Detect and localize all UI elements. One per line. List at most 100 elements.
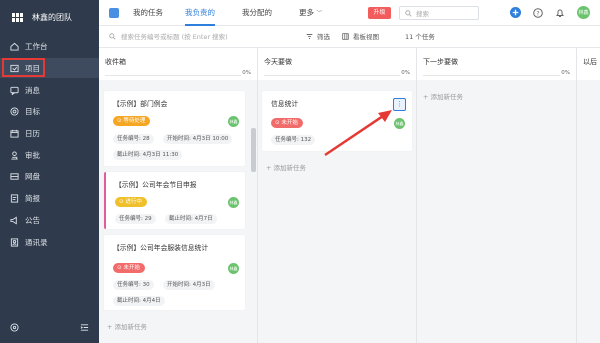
sidebar-item-target[interactable]: 目标 <box>0 101 99 121</box>
task-search-input[interactable]: 搜索任务编号或标题 (按 Enter 搜索) <box>109 31 228 41</box>
top-bar: 我的任务 我负责的 我分配的 更多 ﹀ 升级 搜索 ? 林鑫 <box>99 0 600 26</box>
add-task-label: 添加新任务 <box>114 323 148 331</box>
bell-icon[interactable] <box>554 7 565 18</box>
tab-assigned[interactable]: 我分配的 <box>242 0 272 26</box>
add-task-link[interactable]: + 添加新任务 <box>266 162 306 172</box>
status-badge[interactable]: ⊙ 等待处理 <box>113 116 151 126</box>
add-task-link[interactable]: + 添加新任务 <box>107 321 147 331</box>
sidebar-item-label: 简报 <box>25 193 40 203</box>
column-header: 今天要做 0% <box>258 48 416 80</box>
sidebar-item-label: 日历 <box>25 128 40 138</box>
column-progress-bar <box>423 75 560 76</box>
column-progress-percent: 0% <box>401 70 410 76</box>
sidebar-item-calendar[interactable]: 日历 <box>0 123 99 143</box>
settings-icon[interactable] <box>10 322 19 334</box>
announcement-icon <box>9 215 19 225</box>
add-task-link[interactable]: + 添加新任务 <box>423 91 463 101</box>
sidebar-footer <box>0 318 99 338</box>
task-number: 任务编号: 30 <box>113 280 154 290</box>
column-title: 以后 <box>583 58 597 66</box>
task-start-time: 开始时间: 4月3日 10:00 <box>163 134 233 144</box>
tab-responsible[interactable]: 我负责的 <box>185 0 215 26</box>
sidebar-item-label: 工作台 <box>25 41 48 51</box>
global-search-input[interactable]: 搜索 <box>399 6 479 20</box>
assignee-avatar[interactable]: 林鑫 <box>228 263 239 274</box>
task-card[interactable]: 【示例】公司年会节目申报 ⊙ 进行中 林鑫 任务编号: 29 截止时间: 4月7… <box>104 172 245 229</box>
column-progress-percent: 0% <box>242 70 251 76</box>
status-badge[interactable]: ⊙ 未开始 <box>271 118 303 128</box>
upgrade-button[interactable]: 升级 <box>368 7 391 19</box>
task-number: 任务编号: 132 <box>271 135 316 145</box>
column-progress-percent: 0% <box>561 70 570 76</box>
search-icon <box>109 32 116 40</box>
sidebar-item-announcement[interactable]: 公告 <box>0 210 99 230</box>
status-badge[interactable]: ⊙ 进行中 <box>115 197 147 207</box>
column-later: 以后 <box>577 48 600 343</box>
status-badge-label: 未开始 <box>123 265 140 271</box>
home-icon <box>9 41 19 51</box>
contacts-icon <box>9 237 19 247</box>
status-badge[interactable]: ⊙ 未开始 <box>113 263 145 273</box>
board-toolbar: 搜索任务编号或标题 (按 Enter 搜索) 筛选 看板视图 11 个任务 <box>99 26 600 48</box>
chevron-down-icon: ﹀ <box>316 10 323 17</box>
sidebar-item-contacts[interactable]: 通讯录 <box>0 232 99 252</box>
filter-icon <box>306 33 313 39</box>
task-number: 任务编号: 29 <box>115 214 156 224</box>
task-title: 信息统计 <box>271 100 299 108</box>
sidebar-item-label: 通讯录 <box>25 237 48 247</box>
sidebar-item-message[interactable]: 消息 <box>0 80 99 100</box>
task-count: 11 个任务 <box>405 33 435 41</box>
column-title: 今天要做 <box>264 58 292 66</box>
sidebar: 林鑫的团队 工作台 项目 消息 目标 日历 审批 网盘 简报 公告 通讯录 <box>0 0 99 343</box>
column-title: 下一步要做 <box>423 58 458 66</box>
board-view-label: 看板视图 <box>353 33 379 41</box>
tab-my-tasks[interactable]: 我的任务 <box>133 0 163 26</box>
sidebar-item-label: 目标 <box>25 106 40 116</box>
tab-more-label: 更多 <box>299 8 314 17</box>
status-badge-label: 等待处理 <box>123 118 146 124</box>
filter-button[interactable]: 筛选 <box>306 31 330 41</box>
sidebar-item-workbench[interactable]: 工作台 <box>0 36 99 56</box>
approval-icon <box>9 150 19 160</box>
add-icon[interactable] <box>510 7 521 18</box>
column-scrollbar[interactable] <box>251 128 256 172</box>
task-title: 【示例】公司年会节目申报 <box>115 181 197 189</box>
drive-icon <box>9 171 19 181</box>
status-badge-label: 未开始 <box>281 120 298 126</box>
board-view-icon <box>342 32 349 40</box>
svg-text:?: ? <box>536 10 539 17</box>
message-icon <box>9 85 19 95</box>
column-progress-bar <box>105 75 241 76</box>
task-title: 【示例】公司年会服装信息统计 <box>113 244 209 252</box>
filter-label: 筛选 <box>317 33 330 41</box>
global-search-placeholder: 搜索 <box>416 10 429 18</box>
sidebar-item-label: 公告 <box>25 215 40 225</box>
calendar-icon <box>9 128 19 138</box>
column-header: 以后 <box>577 48 600 80</box>
status-badge-label: 进行中 <box>125 199 142 205</box>
add-task-label: 添加新任务 <box>273 164 307 172</box>
assignee-avatar[interactable]: 林鑫 <box>228 197 239 208</box>
tab-more[interactable]: 更多 ﹀ <box>299 0 322 26</box>
team-switcher[interactable]: 林鑫的团队 <box>0 0 99 34</box>
sidebar-item-label: 审批 <box>25 150 40 160</box>
annotation-highlight-box <box>2 58 45 77</box>
sidebar-item-report[interactable]: 简报 <box>0 188 99 208</box>
help-icon[interactable]: ? <box>532 7 543 18</box>
report-icon <box>9 193 19 203</box>
board-view-button[interactable]: 看板视图 <box>342 31 379 41</box>
team-name: 林鑫的团队 <box>32 12 72 22</box>
task-card[interactable]: 【示例】公司年会服装信息统计 ⊙ 未开始 林鑫 任务编号: 30 开始时间: 4… <box>104 235 245 310</box>
task-due-time: 截止时间: 4月7日 <box>165 214 217 224</box>
sidebar-item-approval[interactable]: 审批 <box>0 145 99 165</box>
target-icon <box>9 106 19 116</box>
user-avatar[interactable]: 林鑫 <box>577 6 590 19</box>
collapse-sidebar-icon[interactable] <box>80 323 89 334</box>
task-title: 【示例】部门例会 <box>113 100 168 108</box>
assignee-avatar[interactable]: 林鑫 <box>228 116 239 127</box>
task-start-time: 开始时间: 4月3日 <box>163 280 215 290</box>
sidebar-item-drive[interactable]: 网盘 <box>0 166 99 186</box>
task-card[interactable]: 【示例】部门例会 ⊙ 等待处理 林鑫 任务编号: 28 开始时间: 4月3日 1… <box>104 91 245 166</box>
team-logo-icon <box>12 12 24 22</box>
task-app-icon <box>109 8 119 18</box>
